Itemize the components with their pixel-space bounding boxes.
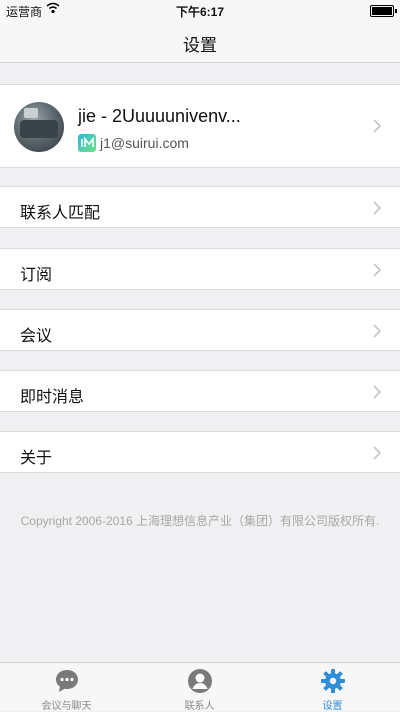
chat-bubble-icon <box>54 668 80 694</box>
menu-item-label: 即时消息 <box>20 389 85 406</box>
menu-item-label: 联系人匹配 <box>20 205 101 222</box>
tab-contacts[interactable]: 联系人 <box>133 663 266 712</box>
chevron-right-icon <box>370 263 384 277</box>
tab-settings[interactable]: 设置 <box>266 663 399 712</box>
status-time: 下午6:17 <box>175 5 225 19</box>
chevron-right-icon <box>370 201 384 215</box>
tab-meetings-chat[interactable]: 会议与聊天 <box>0 663 133 712</box>
suirui-app-icon <box>78 134 96 152</box>
menu-item-label: 关于 <box>20 450 53 467</box>
menu-item-meeting[interactable]: 会议 <box>0 309 400 351</box>
status-bar: 运营商 下午6:17 <box>0 0 400 20</box>
tab-bar: 会议与聊天 联系人 设置 <box>0 662 400 712</box>
chevron-right-icon <box>370 385 384 399</box>
menu-item-about[interactable]: 关于 <box>0 431 400 473</box>
navigation-bar: 设置 <box>0 20 400 63</box>
menu-item-label: 订阅 <box>20 267 53 284</box>
person-icon <box>187 668 213 694</box>
profile-email: j1@suirui.com <box>100 135 189 151</box>
page-title: 设置 <box>183 36 217 55</box>
profile-name: jie - 2Uuuuunivenv... <box>78 106 241 126</box>
menu-item-contact-matching[interactable]: 联系人匹配 <box>0 186 400 228</box>
chevron-right-icon <box>370 119 384 133</box>
profile-cell[interactable]: jie - 2Uuuuunivenv... j1@suirui.com <box>0 84 400 168</box>
avatar <box>14 102 64 152</box>
battery-icon <box>370 5 397 17</box>
menu-item-subscription[interactable]: 订阅 <box>0 248 400 290</box>
menu-item-instant-message[interactable]: 即时消息 <box>0 370 400 412</box>
menu-item-label: 会议 <box>20 328 53 345</box>
copyright-text: Copyright 2006-2016 上海理想信息产业（集团）有限公司版权所有… <box>20 514 380 528</box>
gear-icon <box>320 668 346 694</box>
chevron-right-icon <box>370 446 384 460</box>
chevron-right-icon <box>370 324 384 338</box>
